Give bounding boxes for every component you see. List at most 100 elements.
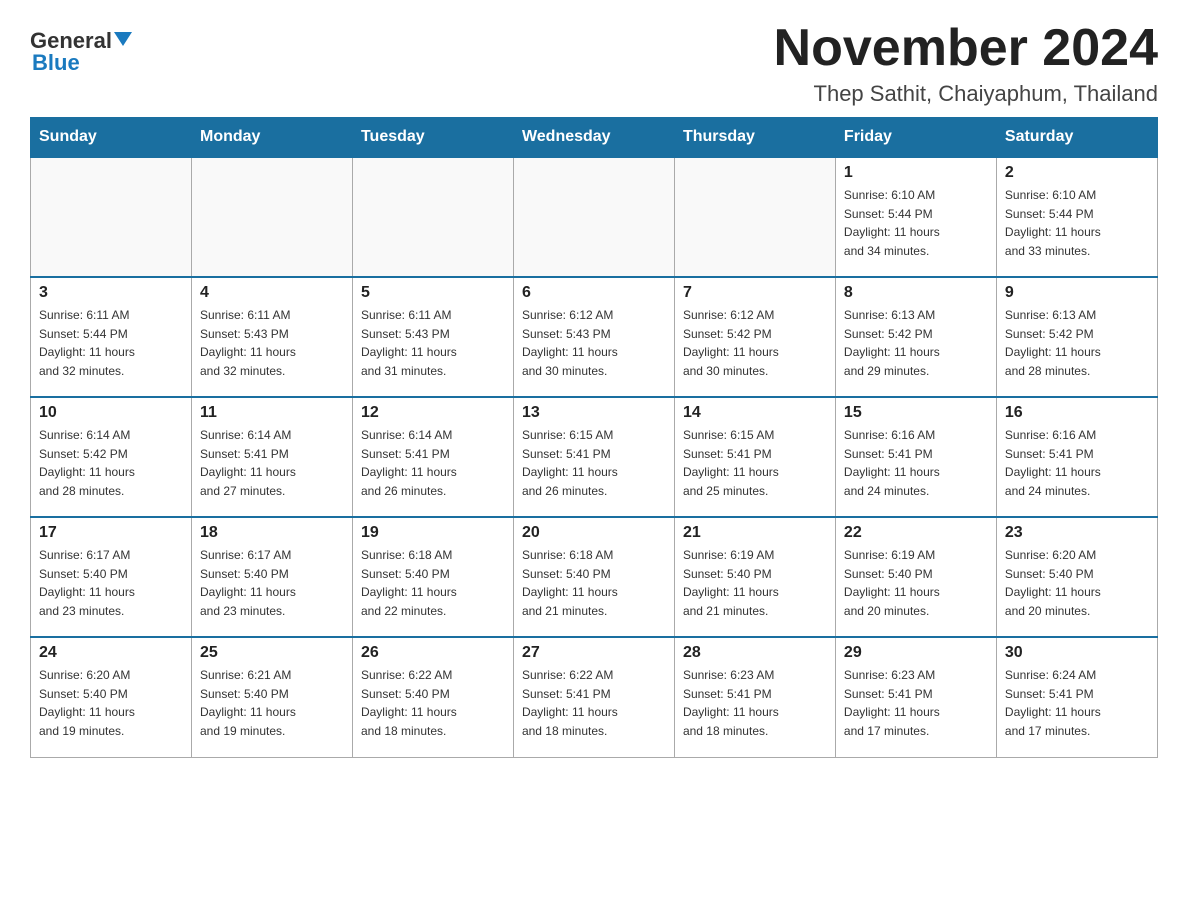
day-number: 29 <box>844 644 988 662</box>
day-number: 18 <box>200 524 344 542</box>
day-info: Sunrise: 6:16 AMSunset: 5:41 PMDaylight:… <box>844 426 988 500</box>
col-header-monday: Monday <box>191 118 352 158</box>
calendar-cell: 1Sunrise: 6:10 AMSunset: 5:44 PMDaylight… <box>835 157 996 277</box>
day-number: 15 <box>844 404 988 422</box>
day-info: Sunrise: 6:18 AMSunset: 5:40 PMDaylight:… <box>522 546 666 620</box>
calendar-cell: 2Sunrise: 6:10 AMSunset: 5:44 PMDaylight… <box>996 157 1157 277</box>
day-number: 11 <box>200 404 344 422</box>
logo-triangle-icon <box>114 32 132 46</box>
day-number: 23 <box>1005 524 1149 542</box>
day-number: 28 <box>683 644 827 662</box>
calendar-cell: 21 Sunrise: 6:19 AMSunset: 5:40 PMDayligh… <box>674 517 835 637</box>
day-info: Sunrise: 6:14 AMSunset: 5:42 PMDaylight:… <box>39 426 183 500</box>
col-header-wednesday: Wednesday <box>513 118 674 158</box>
day-number: 22 <box>844 524 988 542</box>
calendar-table: SundayMondayTuesdayWednesdayThursdayFrid… <box>30 117 1158 758</box>
calendar-cell: 5Sunrise: 6:11 AMSunset: 5:43 PMDaylight… <box>352 277 513 397</box>
calendar-cell: 17 Sunrise: 6:17 AMSunset: 5:40 PMDayligh… <box>31 517 192 637</box>
day-info: Sunrise: 6:13 AMSunset: 5:42 PMDaylight:… <box>844 306 988 380</box>
calendar-cell <box>31 157 192 277</box>
calendar-cell: 11 Sunrise: 6:14 AMSunset: 5:41 PMDayligh… <box>191 397 352 517</box>
day-info: Sunrise: 6:20 AMSunset: 5:40 PMDaylight:… <box>39 666 183 740</box>
logo-general-text: General <box>30 30 132 52</box>
day-info: Sunrise: 6:23 AMSunset: 5:41 PMDaylight:… <box>844 666 988 740</box>
day-info: Sunrise: 6:18 AMSunset: 5:40 PMDaylight:… <box>361 546 505 620</box>
day-number: 21 <box>683 524 827 542</box>
calendar-cell <box>191 157 352 277</box>
calendar-cell: 26 Sunrise: 6:22 AMSunset: 5:40 PMDayligh… <box>352 637 513 757</box>
calendar-cell: 8 Sunrise: 6:13 AMSunset: 5:42 PMDaylight… <box>835 277 996 397</box>
day-number: 12 <box>361 404 505 422</box>
header: General Blue November 2024 Thep Sathit, … <box>30 20 1158 107</box>
day-info: Sunrise: 6:15 AMSunset: 5:41 PMDaylight:… <box>683 426 827 500</box>
week-row-1: 1 Sunrise: 6:10 AMSunset: 5:44 PMDaylight… <box>31 157 1158 277</box>
day-number: 1 <box>844 164 988 182</box>
calendar-cell: 16Sunrise: 6:16 AMSunset: 5:41 PMDayligh… <box>996 397 1157 517</box>
day-number: 7 <box>683 284 827 302</box>
day-number: 27 <box>522 644 666 662</box>
week-row-5: 24Sunrise: 6:20 AMSunset: 5:40 PMDayligh… <box>31 637 1158 757</box>
day-info: Sunrise: 6:11 AMSunset: 5:44 PMDaylight:… <box>39 306 183 380</box>
day-info: Sunrise: 6:11 AMSunset: 5:43 PMDaylight:… <box>361 306 505 380</box>
calendar-cell: 29 Sunrise: 6:23 AMSunset: 5:41 PMDayligh… <box>835 637 996 757</box>
calendar-cell: 7Sunrise: 6:12 AMSunset: 5:42 PMDaylight… <box>674 277 835 397</box>
calendar-cell: 25 Sunrise: 6:21 AMSunset: 5:40 PMDayligh… <box>191 637 352 757</box>
week-row-2: 3 Sunrise: 6:11 AMSunset: 5:44 PMDaylight… <box>31 277 1158 397</box>
calendar-cell: 4Sunrise: 6:11 AMSunset: 5:43 PMDaylight… <box>191 277 352 397</box>
day-info: Sunrise: 6:17 AMSunset: 5:40 PMDaylight:… <box>200 546 344 620</box>
day-info: Sunrise: 6:20 AMSunset: 5:40 PMDaylight:… <box>1005 546 1149 620</box>
day-number: 10 <box>39 404 183 422</box>
day-info: Sunrise: 6:19 AMSunset: 5:40 PMDaylight:… <box>844 546 988 620</box>
col-header-friday: Friday <box>835 118 996 158</box>
calendar-cell: 15 Sunrise: 6:16 AMSunset: 5:41 PMDayligh… <box>835 397 996 517</box>
day-info: Sunrise: 6:14 AMSunset: 5:41 PMDaylight:… <box>361 426 505 500</box>
calendar-cell: 6Sunrise: 6:12 AMSunset: 5:43 PMDaylight… <box>513 277 674 397</box>
calendar-cell: 20 Sunrise: 6:18 AMSunset: 5:40 PMDayligh… <box>513 517 674 637</box>
day-info: Sunrise: 6:14 AMSunset: 5:41 PMDaylight:… <box>200 426 344 500</box>
day-number: 9 <box>1005 284 1149 302</box>
title-area: November 2024 Thep Sathit, Chaiyaphum, T… <box>774 20 1158 107</box>
calendar-cell: 12 Sunrise: 6:14 AMSunset: 5:41 PMDayligh… <box>352 397 513 517</box>
col-header-tuesday: Tuesday <box>352 118 513 158</box>
day-number: 14 <box>683 404 827 422</box>
day-info: Sunrise: 6:13 AMSunset: 5:42 PMDaylight:… <box>1005 306 1149 380</box>
location-title: Thep Sathit, Chaiyaphum, Thailand <box>774 81 1158 107</box>
month-title: November 2024 <box>774 20 1158 77</box>
day-number: 20 <box>522 524 666 542</box>
day-info: Sunrise: 6:22 AMSunset: 5:40 PMDaylight:… <box>361 666 505 740</box>
calendar-cell: 27 Sunrise: 6:22 AMSunset: 5:41 PMDayligh… <box>513 637 674 757</box>
day-info: Sunrise: 6:24 AMSunset: 5:41 PMDaylight:… <box>1005 666 1149 740</box>
calendar-cell: 9 Sunrise: 6:13 AMSunset: 5:42 PMDaylight… <box>996 277 1157 397</box>
col-header-sunday: Sunday <box>31 118 192 158</box>
logo: General Blue <box>30 30 132 76</box>
day-number: 8 <box>844 284 988 302</box>
col-header-thursday: Thursday <box>674 118 835 158</box>
day-info: Sunrise: 6:10 AMSunset: 5:44 PMDaylight:… <box>1005 186 1149 260</box>
day-number: 26 <box>361 644 505 662</box>
logo-blue-text: Blue <box>30 50 80 76</box>
calendar-cell: 14 Sunrise: 6:15 AMSunset: 5:41 PMDayligh… <box>674 397 835 517</box>
week-row-3: 10 Sunrise: 6:14 AMSunset: 5:42 PMDayligh… <box>31 397 1158 517</box>
calendar-cell <box>674 157 835 277</box>
calendar-header-row: SundayMondayTuesdayWednesdayThursdayFrid… <box>31 118 1158 158</box>
day-info: Sunrise: 6:19 AMSunset: 5:40 PMDaylight:… <box>683 546 827 620</box>
calendar-cell: 10 Sunrise: 6:14 AMSunset: 5:42 PMDayligh… <box>31 397 192 517</box>
day-number: 25 <box>200 644 344 662</box>
calendar-cell: 24Sunrise: 6:20 AMSunset: 5:40 PMDayligh… <box>31 637 192 757</box>
day-info: Sunrise: 6:22 AMSunset: 5:41 PMDaylight:… <box>522 666 666 740</box>
day-info: Sunrise: 6:23 AMSunset: 5:41 PMDaylight:… <box>683 666 827 740</box>
day-number: 17 <box>39 524 183 542</box>
day-number: 3 <box>39 284 183 302</box>
calendar-cell: 30Sunrise: 6:24 AMSunset: 5:41 PMDayligh… <box>996 637 1157 757</box>
calendar-cell: 3 Sunrise: 6:11 AMSunset: 5:44 PMDaylight… <box>31 277 192 397</box>
calendar-cell: 23 Sunrise: 6:20 AMSunset: 5:40 PMDayligh… <box>996 517 1157 637</box>
calendar-cell: 13 Sunrise: 6:15 AMSunset: 5:41 PMDayligh… <box>513 397 674 517</box>
calendar-cell: 19Sunrise: 6:18 AMSunset: 5:40 PMDayligh… <box>352 517 513 637</box>
calendar-cell <box>513 157 674 277</box>
day-info: Sunrise: 6:17 AMSunset: 5:40 PMDaylight:… <box>39 546 183 620</box>
day-number: 13 <box>522 404 666 422</box>
calendar-cell <box>352 157 513 277</box>
week-row-4: 17 Sunrise: 6:17 AMSunset: 5:40 PMDayligh… <box>31 517 1158 637</box>
day-info: Sunrise: 6:21 AMSunset: 5:40 PMDaylight:… <box>200 666 344 740</box>
day-info: Sunrise: 6:15 AMSunset: 5:41 PMDaylight:… <box>522 426 666 500</box>
